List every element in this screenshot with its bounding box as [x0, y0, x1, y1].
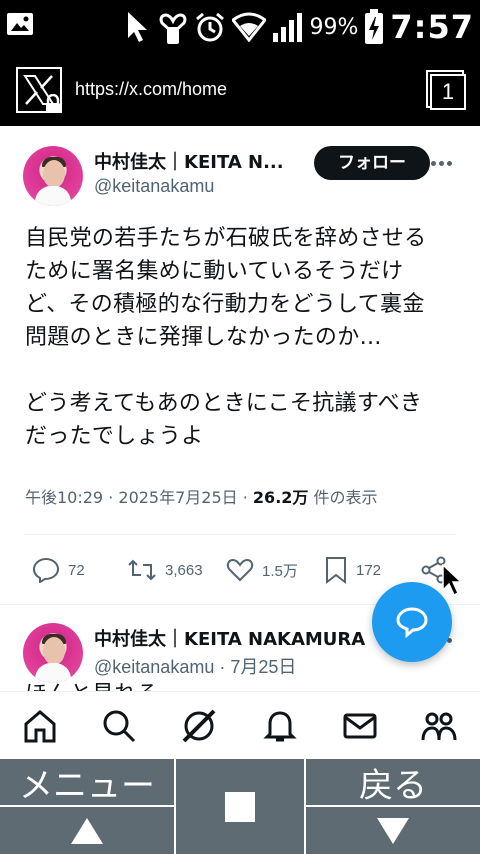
avatar[interactable] — [23, 623, 83, 683]
reply-button[interactable]: 72 — [32, 554, 85, 586]
alarm-icon — [195, 12, 224, 42]
cursor-icon — [127, 12, 147, 42]
chat-bubble-icon — [396, 607, 428, 639]
clock: 7:57 — [390, 8, 474, 46]
bookmark-button[interactable]: 172 — [324, 554, 381, 586]
wifi-icon — [231, 12, 266, 42]
menu-button[interactable]: メニュー — [0, 759, 174, 806]
repost-button[interactable]: 3,663 — [127, 554, 203, 586]
battery-charging-icon — [365, 9, 384, 44]
status-bar: 99% 7:57 — [0, 0, 480, 54]
reply-count: 72 — [68, 561, 85, 579]
stop-square-icon — [225, 791, 255, 822]
like-count: 1.5万 — [262, 562, 298, 580]
user-handle[interactable]: @keitanakamu — [94, 176, 214, 197]
back-button[interactable]: 戻る — [306, 759, 480, 806]
tweet-date[interactable]: 2025年7月25日 — [118, 488, 237, 507]
repost-icon — [128, 559, 156, 581]
scroll-up-button[interactable] — [0, 807, 174, 854]
reply-icon — [32, 557, 60, 583]
user-handle[interactable]: @keitanakamu — [94, 657, 214, 677]
avatar[interactable] — [23, 146, 83, 206]
mouse-cursor-icon — [442, 564, 463, 597]
scroll-down-button[interactable] — [306, 807, 480, 854]
device-nav: メニュー 戻る — [0, 759, 480, 854]
home-icon[interactable] — [22, 708, 58, 744]
tweet-2-byline: @keitanakamu · 7月25日 — [94, 657, 297, 677]
view-label: 件の表示 — [313, 488, 378, 507]
divider — [25, 534, 455, 535]
signal-icon — [272, 13, 302, 42]
more-options-icon[interactable] — [431, 158, 455, 168]
display-name[interactable]: 中村佳太｜KEITA NAKAMURA — [94, 625, 365, 651]
bookmark-count: 172 — [356, 561, 382, 579]
search-icon[interactable] — [101, 708, 137, 744]
tweet-meta: 午後10:29 · 2025年7月25日 · 26.2万 件の表示 — [25, 488, 378, 507]
tweet-text-preview: ほんと見れる — [25, 678, 465, 691]
like-button[interactable]: 1.5万 — [226, 554, 298, 586]
view-count: 26.2万 — [252, 488, 309, 507]
tab-count: 1 — [430, 74, 466, 110]
grok-icon[interactable] — [181, 708, 217, 744]
triangle-up-icon — [71, 817, 103, 844]
tweet-date[interactable]: 7月25日 — [230, 657, 296, 677]
tweet-text: 自民党の若手たちが石破氏を辞めさせる ために署名集めに動いているそうだけ ど、そ… — [25, 226, 427, 449]
status-icons: 99% 7:57 — [126, 4, 475, 50]
tweet-time[interactable]: 午後10:29 — [25, 488, 103, 507]
lock-icon — [46, 94, 60, 113]
messages-icon[interactable] — [342, 708, 378, 744]
menu-label: メニュー — [19, 765, 155, 806]
display-name[interactable]: 中村佳太｜KEITA N... — [94, 148, 284, 174]
communities-icon[interactable] — [421, 708, 457, 744]
compose-message-button[interactable] — [372, 582, 452, 662]
triangle-down-icon — [377, 817, 409, 844]
stop-button[interactable] — [176, 759, 304, 854]
bookmark-icon — [326, 557, 346, 584]
url-field[interactable]: https://x.com/home — [75, 79, 227, 100]
heart-icon — [226, 558, 254, 582]
tab-switcher-button[interactable]: 1 — [426, 70, 466, 110]
notifications-icon[interactable] — [262, 708, 298, 744]
bottom-tab-bar — [0, 691, 480, 759]
browser-address-bar: https://x.com/home 1 — [0, 54, 480, 126]
heart-phone-icon — [159, 13, 186, 44]
follow-button[interactable]: フォロー — [314, 146, 430, 180]
repost-count: 3,663 — [165, 561, 203, 579]
image-icon — [6, 10, 34, 42]
back-label: 戻る — [359, 765, 427, 806]
battery-percent: 99% — [309, 14, 359, 40]
